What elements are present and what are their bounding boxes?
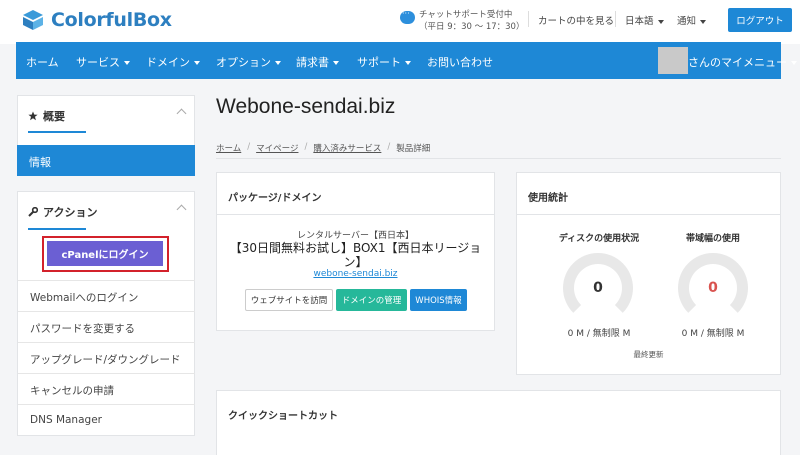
- sidebar-item-dns-manager[interactable]: DNS Manager: [18, 404, 195, 435]
- plan-name-line1: 【30日間無料お試し】BOX1【西日本リージョ: [229, 241, 482, 255]
- nav-home[interactable]: ホーム: [26, 54, 59, 70]
- divider: [517, 214, 780, 215]
- overview-title: 概要: [43, 110, 65, 123]
- server-type: レンタルサーバー【西日本】: [297, 231, 414, 241]
- box-logo-icon: [22, 9, 44, 31]
- last-updated-label: 最終更新: [633, 350, 664, 359]
- breadcrumb: ホーム / マイページ / 購入済みサービス / 製品詳細: [216, 142, 430, 154]
- divider: [217, 214, 494, 215]
- domain-management-button[interactable]: ドメインの管理: [336, 289, 407, 311]
- logout-button[interactable]: ログアウト: [728, 8, 792, 32]
- user-name-redacted: [658, 47, 688, 74]
- plan-name: 【30日間無料お試し】BOX1【西日本リージョ ン】: [217, 241, 494, 269]
- domain-link[interactable]: webone-sendai.biz: [217, 269, 494, 279]
- sidebar-item-webmail[interactable]: Webmailへのログイン: [18, 280, 195, 311]
- nav-options-label: オプション: [216, 56, 271, 69]
- visit-website-button[interactable]: ウェブサイトを訪問: [245, 289, 333, 311]
- chat-support[interactable]: チャットサポート受付中 （平日 9：30 ～ 17：30）: [400, 9, 524, 33]
- support-status: チャットサポート受付中: [419, 10, 513, 20]
- chevron-up-icon[interactable]: [176, 204, 187, 215]
- my-menu-dropdown[interactable]: さんのマイメニュー: [688, 54, 797, 70]
- bandwidth-amount: 0 M / 無制限 M: [681, 329, 745, 339]
- caret-down-icon: [194, 61, 200, 65]
- plan-name-line2: ン】: [343, 255, 368, 269]
- stats-card-title: 使用統計: [528, 193, 568, 204]
- logo-text: ColorfulBox: [51, 9, 172, 31]
- breadcrumb-home[interactable]: ホーム: [216, 142, 241, 154]
- actions-panel: アクション Webmailへのログイン パスワードを変更する アップグレード/ダ…: [17, 191, 195, 436]
- caret-down-icon: [657, 19, 664, 24]
- breadcrumb-current: 製品詳細: [396, 144, 431, 154]
- header-underline: [28, 228, 86, 230]
- shortcuts-card-title: クイックショートカット: [228, 411, 338, 422]
- package-domain-card: パッケージ/ドメイン レンタルサーバー【西日本】 【30日間無料お試し】BOX1…: [216, 172, 495, 331]
- nav-support-label: サポート: [357, 56, 401, 69]
- sidebar-item-info[interactable]: 情報: [17, 145, 195, 176]
- bandwidth-label: 帯域幅の使用: [685, 234, 740, 244]
- notifications-dropdown[interactable]: 通知: [677, 13, 707, 27]
- breadcrumb-separator: /: [387, 142, 391, 152]
- logo[interactable]: ColorfulBox: [22, 9, 172, 31]
- top-header: ColorfulBox チャットサポート受付中 （平日 9：30 ～ 17：30…: [0, 0, 800, 44]
- sidebar-item-cancel-request[interactable]: キャンセルの申請: [18, 373, 195, 404]
- caret-down-icon: [700, 19, 707, 24]
- nav-services[interactable]: サービス: [76, 54, 130, 70]
- sidebar-item-upgrade-downgrade[interactable]: アップグレード/ダウングレード: [18, 342, 195, 373]
- my-menu-label: さんのマイメニュー: [688, 56, 787, 69]
- star-icon: [28, 111, 38, 121]
- breadcrumb-separator: /: [304, 142, 308, 152]
- caret-down-icon: [405, 61, 411, 65]
- caret-down-icon: [791, 61, 797, 65]
- actions-header[interactable]: アクション: [28, 204, 97, 220]
- actions-title: アクション: [43, 206, 98, 219]
- notifications-label: 通知: [677, 16, 697, 27]
- nav-options[interactable]: オプション: [216, 54, 281, 70]
- view-cart-link[interactable]: カートの中を見る: [538, 13, 614, 27]
- cpanel-login-button[interactable]: cPanelにログイン: [47, 241, 163, 266]
- nav-domains-label: ドメイン: [146, 56, 190, 69]
- disk-usage-label: ディスクの使用状況: [558, 234, 640, 244]
- disk-usage-amount: 0 M / 無制限 M: [567, 329, 631, 339]
- nav-invoices-label: 請求書: [296, 56, 329, 69]
- chevron-up-icon[interactable]: [176, 108, 187, 119]
- breadcrumb-separator: /: [247, 142, 251, 152]
- chat-bubble-icon: [400, 9, 415, 24]
- language-dropdown[interactable]: 日本語: [625, 13, 664, 27]
- bandwidth-value: 0: [708, 280, 718, 296]
- sidebar-item-change-password[interactable]: パスワードを変更する: [18, 311, 195, 342]
- cpanel-highlight-frame: cPanelにログイン: [42, 236, 169, 272]
- breadcrumb-purchased-services[interactable]: 購入済みサービス: [313, 142, 381, 154]
- page-title: Webone-sendai.biz: [216, 95, 396, 118]
- caret-down-icon: [275, 61, 281, 65]
- nav-support[interactable]: サポート: [357, 54, 411, 70]
- usage-stats-card: 使用統計 ディスクの使用状況 0 0 M / 無制限 M 帯域幅の使用 0 0 …: [516, 172, 781, 375]
- header-underline: [28, 131, 86, 133]
- wrench-icon: [28, 207, 38, 217]
- divider: [615, 11, 616, 27]
- divider: [216, 158, 781, 159]
- main-navigation: ホーム サービス ドメイン オプション 請求書 サポート お問い合わせ さんのマ…: [16, 42, 797, 79]
- disk-usage-value: 0: [593, 280, 603, 296]
- language-label: 日本語: [625, 16, 654, 27]
- divider: [528, 11, 529, 27]
- caret-down-icon: [333, 61, 339, 65]
- nav-invoices[interactable]: 請求書: [296, 54, 339, 70]
- nav-contact[interactable]: お問い合わせ: [427, 54, 493, 70]
- whois-info-button[interactable]: WHOIS情報: [410, 289, 467, 311]
- breadcrumb-mypage[interactable]: マイページ: [256, 142, 298, 154]
- nav-domains[interactable]: ドメイン: [146, 54, 200, 70]
- quick-shortcuts-card: クイックショートカット: [216, 390, 781, 455]
- nav-services-label: サービス: [76, 56, 120, 69]
- caret-down-icon: [124, 61, 130, 65]
- support-hours: （平日 9：30 ～ 17：30）: [419, 22, 525, 32]
- overview-header[interactable]: 概要: [28, 108, 65, 124]
- package-card-title: パッケージ/ドメイン: [228, 193, 322, 204]
